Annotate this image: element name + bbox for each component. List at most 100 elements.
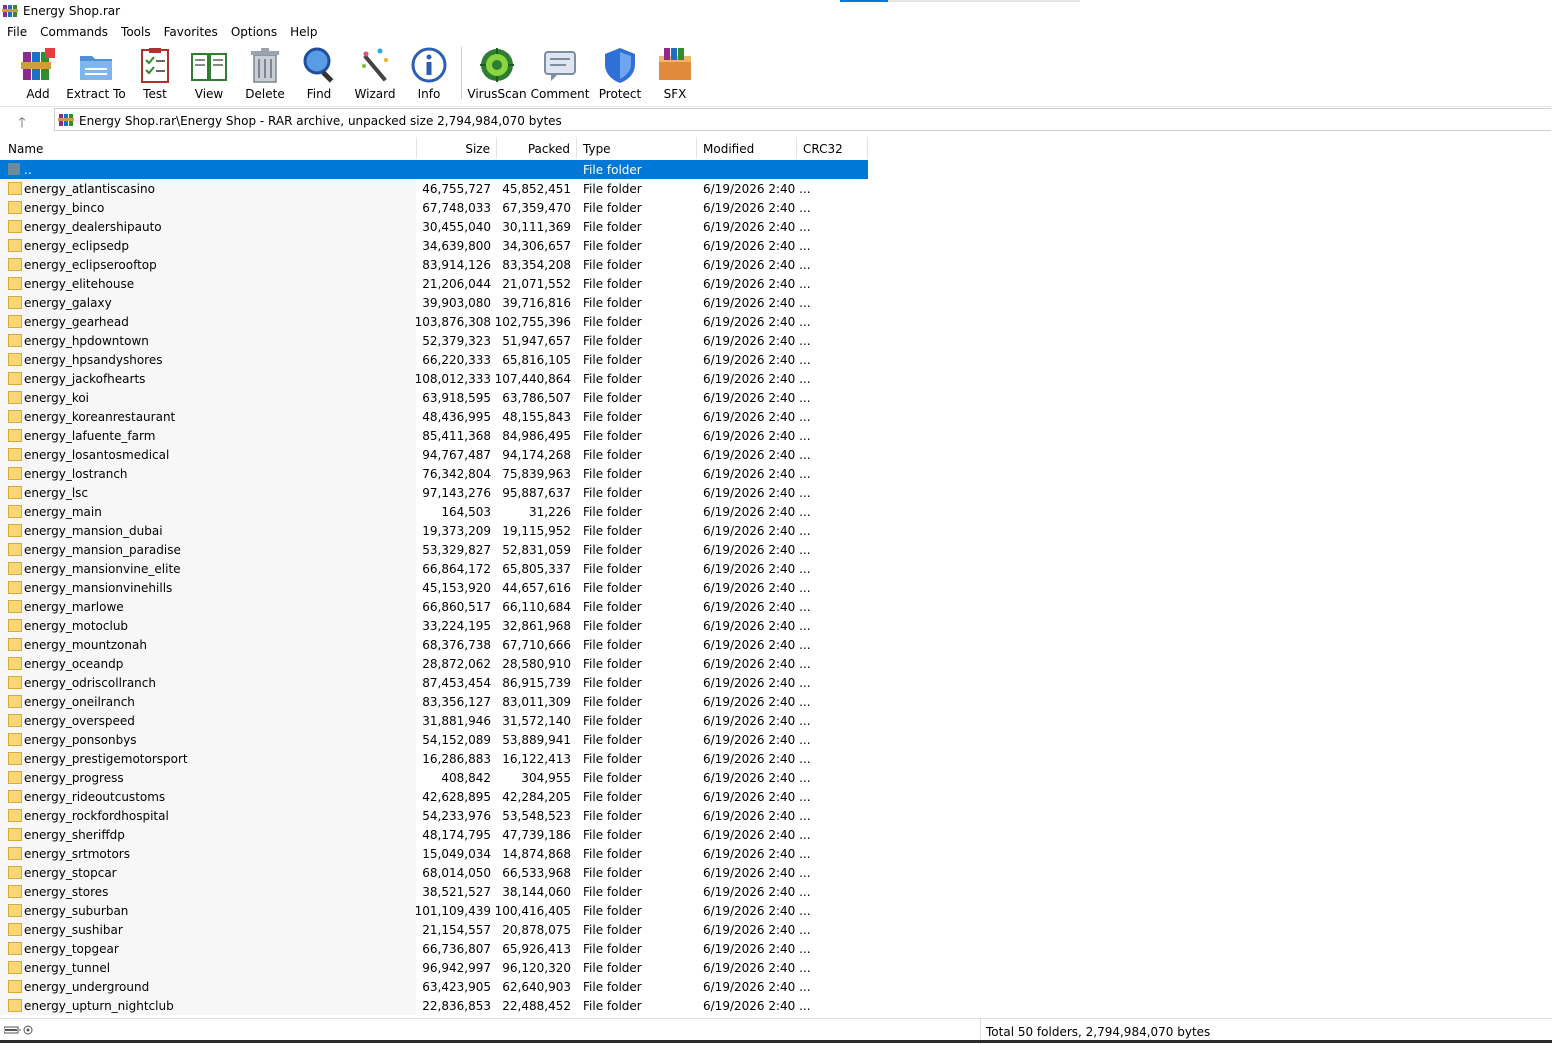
menu-favorites[interactable]: Favorites — [157, 22, 224, 42]
file-row[interactable]: energy_elitehouse 21,206,044 21,071,552 Fil… — [0, 274, 868, 293]
info-button[interactable]: Info — [410, 46, 448, 104]
file-row[interactable]: energy_srtmotors 15,049,034 14,874,868 File… — [0, 844, 868, 863]
file-type: File folder — [583, 961, 642, 975]
file-row[interactable]: energy_mansionvinehills 45,153,920 44,657,… — [0, 578, 868, 597]
menu-tools[interactable]: Tools — [114, 22, 157, 42]
magic-wand-icon — [362, 48, 388, 82]
file-row[interactable]: energy_stores 38,521,527 38,144,060 File fo… — [0, 882, 868, 901]
file-row[interactable]: energy_gearhead 103,876,308 102,755,396 Fil… — [0, 312, 868, 331]
file-row[interactable]: energy_koreanrestaurant 48,436,995 48,155,… — [0, 407, 868, 426]
file-row[interactable]: energy_ponsonbys 54,152,089 53,889,941 File… — [0, 730, 868, 749]
file-row[interactable]: energy_hpdowntown 52,379,323 51,947,657 Fil… — [0, 331, 868, 350]
file-row[interactable]: energy_lafuente_farm 85,411,368 84,986,495… — [0, 426, 868, 445]
file-type: File folder — [583, 999, 642, 1013]
file-row[interactable]: energy_underground 63,423,905 62,640,903 Fi… — [0, 977, 868, 996]
file-row[interactable]: energy_binco 67,748,033 67,359,470 File fol… — [0, 198, 868, 217]
column-header-crc32[interactable]: CRC32 — [797, 137, 868, 159]
column-header-size[interactable]: Size — [417, 137, 497, 159]
file-row[interactable]: energy_marlowe 66,860,517 66,110,684 File f… — [0, 597, 868, 616]
file-row[interactable]: energy_mansion_dubai 19,373,209 19,115,952… — [0, 521, 868, 540]
file-row[interactable]: energy_overspeed 31,881,946 31,572,140 File… — [0, 711, 868, 730]
view-button[interactable]: View — [187, 46, 231, 104]
file-row[interactable]: energy_rideoutcustoms 42,628,895 42,284,20… — [0, 787, 868, 806]
file-packed: 38,144,060 — [502, 885, 571, 899]
file-packed: 96,120,320 — [502, 961, 571, 975]
file-row[interactable]: energy_motoclub 33,224,195 32,861,968 File … — [0, 616, 868, 635]
file-row[interactable]: energy_upturn_nightclub 22,836,853 22,488,… — [0, 996, 868, 1015]
folder-icon — [8, 391, 22, 404]
test-button[interactable]: Test — [136, 46, 174, 104]
file-packed: 95,887,637 — [502, 486, 571, 500]
file-name: energy_dealershipauto — [24, 220, 162, 234]
file-modified: 6/19/2026 2:40 ... — [703, 448, 811, 462]
file-row[interactable]: energy_eclipsedp 34,639,800 34,306,657 File… — [0, 236, 868, 255]
file-row[interactable]: energy_rockfordhospital 54,233,976 53,548,… — [0, 806, 868, 825]
menu-options[interactable]: Options — [224, 22, 283, 42]
file-row[interactable]: energy_odriscollranch 87,453,454 86,915,73… — [0, 673, 868, 692]
comment-button[interactable]: Comment — [531, 46, 589, 104]
find-button[interactable]: Find — [300, 46, 338, 104]
file-row[interactable]: energy_progress 408,842 304,955 File folder… — [0, 768, 868, 787]
file-row[interactable]: energy_mansionvine_elite 66,864,172 65,805… — [0, 559, 868, 578]
file-size: 30,455,040 — [422, 220, 491, 234]
file-name: energy_mansionvine_elite — [24, 562, 181, 576]
file-row[interactable]: energy_mansion_paradise 53,329,827 52,831,… — [0, 540, 868, 559]
file-row[interactable]: energy_suburban 101,109,439 100,416,405 Fil… — [0, 901, 868, 920]
file-modified: 6/19/2026 2:40 ... — [703, 866, 811, 880]
file-size: 63,918,595 — [422, 391, 491, 405]
path-text: Energy Shop.rar\Energy Shop - RAR archiv… — [79, 114, 562, 128]
file-row[interactable]: energy_eclipserooftop 83,914,126 83,354,20… — [0, 255, 868, 274]
file-row[interactable]: energy_oceandp 28,872,062 28,580,910 File f… — [0, 654, 868, 673]
file-modified: 6/19/2026 2:40 ... — [703, 904, 811, 918]
wizard-button[interactable]: Wizard — [355, 46, 395, 104]
file-row[interactable]: energy_sheriffdp 48,174,795 47,739,186 File… — [0, 825, 868, 844]
file-packed: 63,786,507 — [502, 391, 571, 405]
file-modified: 6/19/2026 2:40 ... — [703, 562, 811, 576]
file-row[interactable]: energy_mountzonah 68,376,738 67,710,666 Fil… — [0, 635, 868, 654]
parent-folder-row[interactable]: .. File folder — [0, 160, 868, 179]
path-field[interactable]: Energy Shop.rar\Energy Shop - RAR archiv… — [54, 108, 1551, 131]
column-header-packed[interactable]: Packed — [497, 137, 577, 159]
file-row[interactable]: energy_main 164,503 31,226 File folder 6/19/… — [0, 502, 868, 521]
file-modified: 6/19/2026 2:40 ... — [703, 239, 811, 253]
file-modified: 6/19/2026 2:40 ... — [703, 467, 811, 481]
file-row[interactable]: energy_jackofhearts 108,012,333 107,440,86… — [0, 369, 868, 388]
file-packed: 102,755,396 — [494, 315, 571, 329]
delete-button[interactable]: Delete — [245, 46, 285, 104]
add-button[interactable]: Add — [19, 46, 57, 104]
file-row[interactable]: energy_galaxy 39,903,080 39,716,816 File fo… — [0, 293, 868, 312]
menu-help[interactable]: Help — [283, 22, 323, 42]
folder-icon — [8, 429, 22, 442]
file-row[interactable]: energy_atlantiscasino 46,755,727 45,852,45… — [0, 179, 868, 198]
extract-to-button[interactable]: Extract To — [66, 46, 126, 104]
sfx-button[interactable]: SFX — [654, 46, 696, 104]
file-row[interactable]: energy_lostranch 76,342,804 75,839,963 File… — [0, 464, 868, 483]
file-row[interactable]: energy_tunnel 96,942,997 96,120,320 File fo… — [0, 958, 868, 977]
virusscan-button[interactable]: VirusScan — [467, 46, 527, 104]
file-row[interactable]: energy_dealershipauto 30,455,040 30,111,36… — [0, 217, 868, 236]
file-row[interactable]: energy_oneilranch 83,356,127 83,011,309 Fil… — [0, 692, 868, 711]
file-row[interactable]: energy_lsc 97,143,276 95,887,637 File folde… — [0, 483, 868, 502]
file-row[interactable]: energy_topgear 66,736,807 65,926,413 File f… — [0, 939, 868, 958]
file-packed: 83,354,208 — [502, 258, 571, 272]
file-row[interactable]: energy_sushibar 21,154,557 20,878,075 File … — [0, 920, 868, 939]
file-row[interactable]: energy_losantosmedical 94,767,487 94,174,2… — [0, 445, 868, 464]
file-size: 38,521,527 — [422, 885, 491, 899]
file-row[interactable]: energy_hpsandyshores 66,220,333 65,816,105… — [0, 350, 868, 369]
menu-file[interactable]: File — [0, 22, 33, 42]
file-packed: 62,640,903 — [502, 980, 571, 994]
file-packed: 65,926,413 — [502, 942, 571, 956]
folder-icon — [8, 942, 22, 955]
protect-button[interactable]: Protect — [598, 46, 642, 104]
file-row[interactable]: energy_prestigemotorsport 16,286,883 16,12… — [0, 749, 868, 768]
file-packed: 34,306,657 — [502, 239, 571, 253]
file-row[interactable]: energy_stopcar 68,014,050 66,533,968 File f… — [0, 863, 868, 882]
column-header-modified[interactable]: Modified — [697, 137, 797, 159]
folder-icon — [8, 220, 22, 233]
column-header-name[interactable]: Name — [0, 137, 417, 159]
file-row[interactable]: energy_koi 63,918,595 63,786,507 File folde… — [0, 388, 868, 407]
up-arrow-icon[interactable]: 🡑 — [12, 112, 32, 131]
menu-commands[interactable]: Commands — [33, 22, 114, 42]
file-type: File folder — [583, 638, 642, 652]
column-header-type[interactable]: Type — [577, 137, 697, 159]
